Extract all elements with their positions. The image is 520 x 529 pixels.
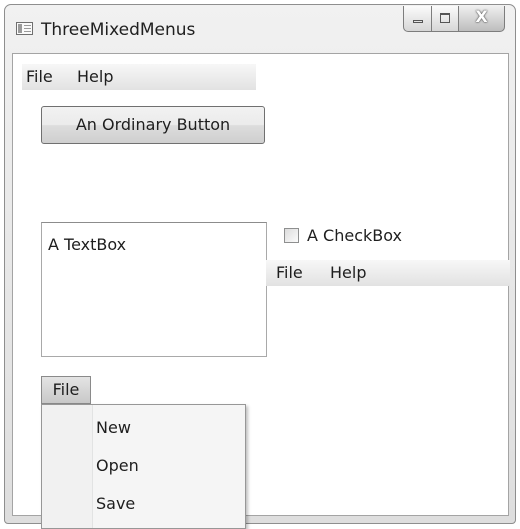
bottom-menu-file[interactable]: File xyxy=(41,376,91,404)
text-box-value: A TextBox xyxy=(48,235,127,254)
ordinary-button[interactable]: An Ordinary Button xyxy=(41,106,265,144)
right-menu-help[interactable]: Help xyxy=(330,263,366,282)
title-bar[interactable]: ThreeMixedMenus X xyxy=(5,5,515,53)
minimize-button[interactable] xyxy=(403,6,432,32)
checkbox-label[interactable]: A CheckBox xyxy=(307,226,402,245)
app-window: ThreeMixedMenus X File Help An Ordinary … xyxy=(4,4,516,529)
close-button[interactable]: X xyxy=(459,6,505,32)
close-icon: X xyxy=(475,7,488,26)
menu-item-open[interactable]: Open xyxy=(96,456,139,475)
top-menu-help[interactable]: Help xyxy=(77,67,113,86)
menu-item-save[interactable]: Save xyxy=(96,494,135,513)
client-area: File Help An Ordinary Button A TextBox A… xyxy=(12,53,510,529)
right-menu-file[interactable]: File xyxy=(276,263,303,282)
minimize-icon xyxy=(413,20,423,23)
menu-item-new[interactable]: New xyxy=(96,418,131,437)
caption-buttons: X xyxy=(403,6,505,33)
app-icon[interactable] xyxy=(16,22,33,35)
window-title: ThreeMixedMenus xyxy=(41,20,196,40)
dropdown-icon-gutter xyxy=(42,405,93,528)
maximize-button[interactable] xyxy=(432,6,459,32)
maximize-icon xyxy=(440,13,450,23)
file-dropdown-menu: New Open Save xyxy=(41,404,246,529)
top-menu-file[interactable]: File xyxy=(26,67,53,86)
top-menu-bar: File Help xyxy=(22,64,256,90)
text-box[interactable]: A TextBox xyxy=(41,222,267,357)
right-menu-bar: File Help xyxy=(266,260,510,286)
checkbox[interactable] xyxy=(284,228,299,243)
